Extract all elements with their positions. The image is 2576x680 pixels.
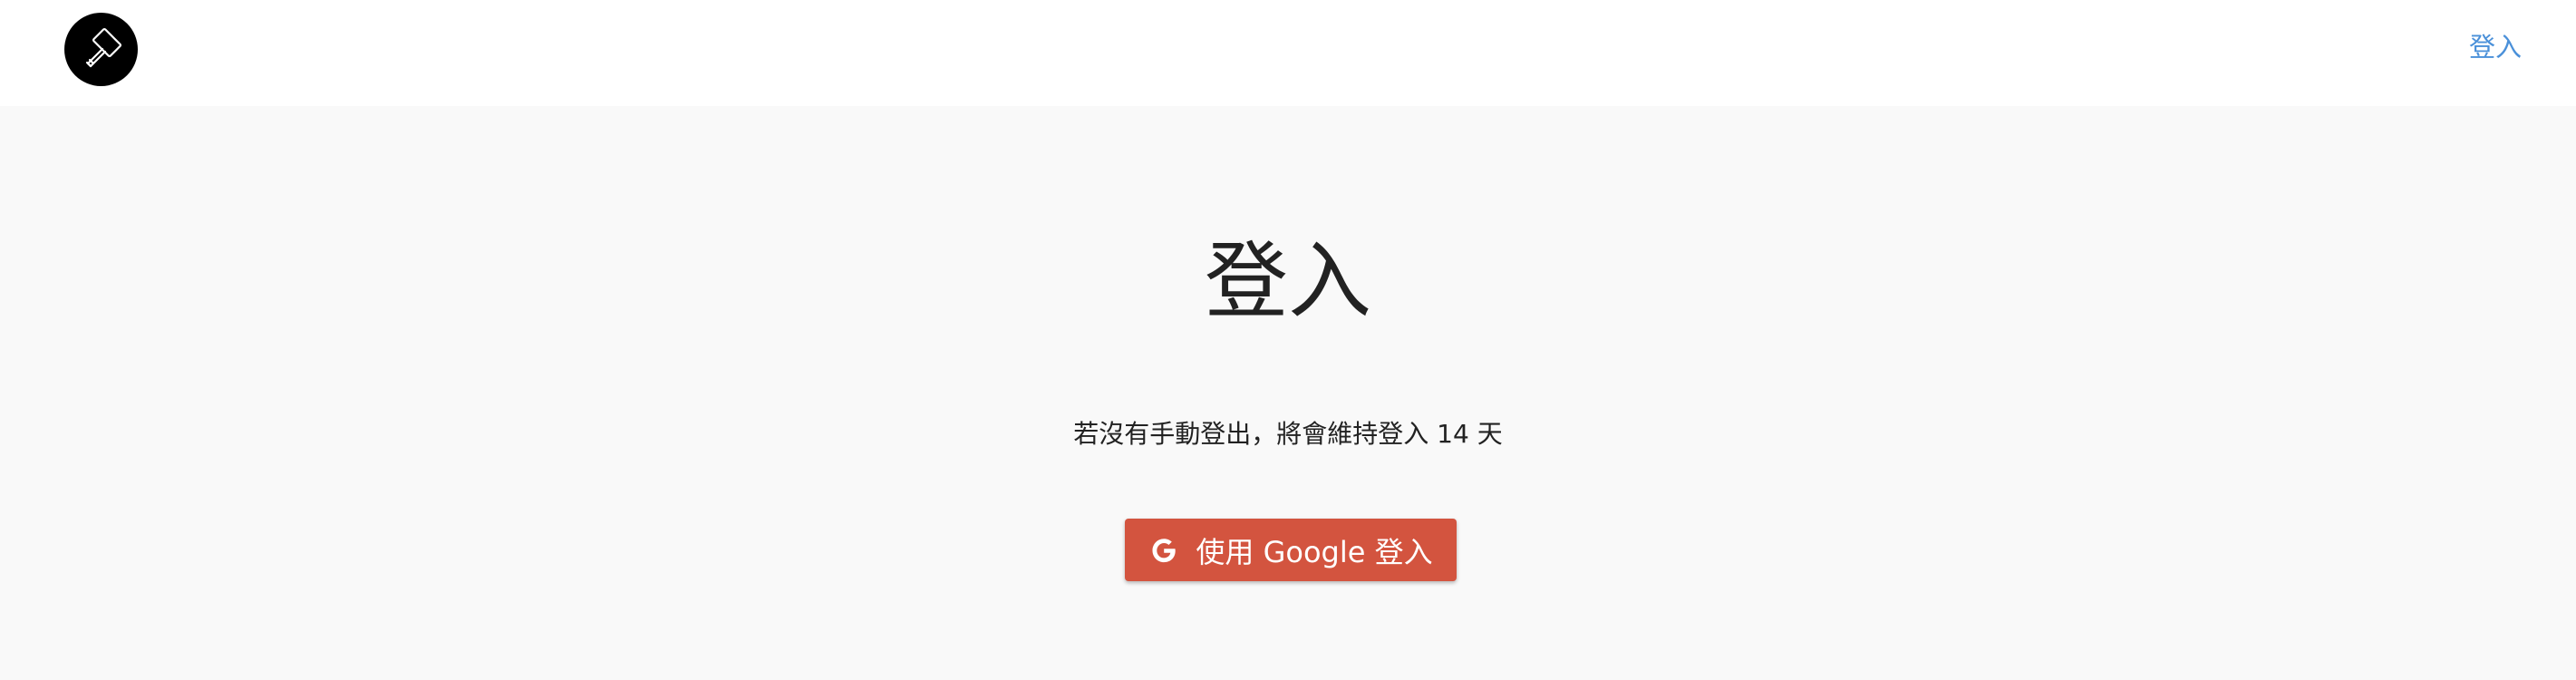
header-login-link[interactable]: 登入 — [2469, 29, 2522, 65]
google-login-button[interactable]: 使用 Google 登入 — [1125, 519, 1457, 581]
login-duration-note: 若沒有手動登出，將會維持登入 14 天 — [1073, 419, 1503, 449]
login-section: 登入 若沒有手動登出，將會維持登入 14 天 使用 Google 登入 — [0, 106, 2576, 680]
google-g-icon — [1148, 535, 1179, 566]
hammer-icon — [85, 27, 121, 67]
site-logo[interactable] — [64, 13, 138, 86]
page-title: 登入 — [1204, 233, 1371, 330]
top-bar: 登入 — [0, 0, 2576, 106]
google-login-label: 使用 Google 登入 — [1196, 534, 1433, 569]
